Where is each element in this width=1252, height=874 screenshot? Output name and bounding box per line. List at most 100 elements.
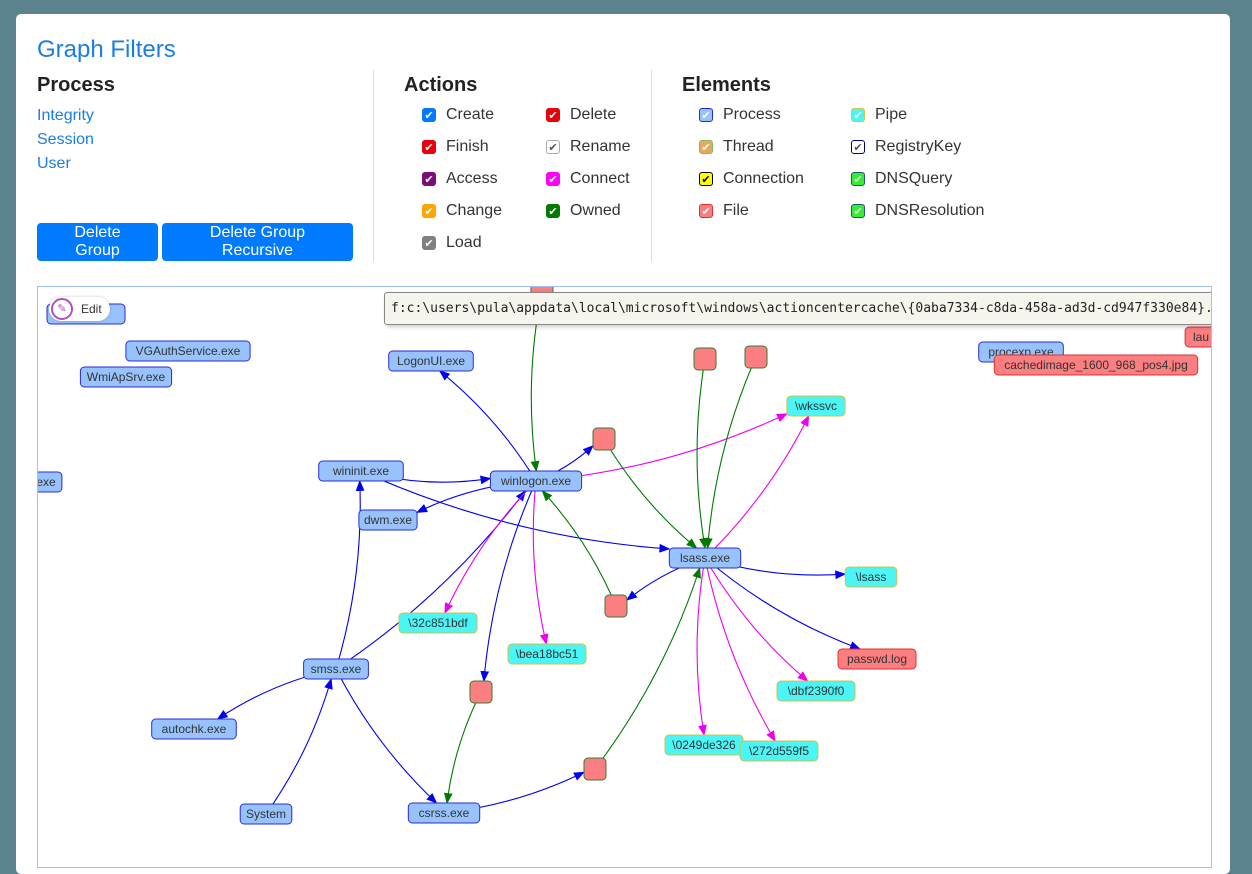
node-label: smss.exe: [311, 662, 362, 676]
graph-node-process[interactable]: lsass.exe: [668, 547, 742, 569]
check-icon: ✔: [699, 108, 713, 122]
graph-node-file[interactable]: [744, 345, 768, 369]
checkbox-label: RegistryKey: [875, 138, 962, 155]
checkbox-label: Owned: [570, 202, 621, 219]
graph-node-pipe[interactable]: \32c851bdf: [398, 612, 478, 634]
node-label: \32c851bdf: [408, 616, 468, 630]
element-checkbox-dnsquery[interactable]: ✔ DNSQuery: [851, 170, 952, 188]
check-icon: ✔: [699, 204, 713, 218]
element-checkbox-pipe[interactable]: ✔ Pipe: [851, 106, 907, 124]
node-label: \wkssvc: [795, 399, 837, 413]
divider: [373, 70, 374, 262]
action-checkbox-rename[interactable]: ✔ Rename: [546, 138, 630, 156]
graph-node-process[interactable]: winlogon.exe: [489, 470, 583, 492]
edge-create: [335, 668, 438, 804]
action-checkbox-owned[interactable]: ✔ Owned: [546, 202, 621, 220]
edge-connect: [444, 480, 537, 614]
graph-node-file[interactable]: passwd.log: [837, 648, 917, 670]
graph-node-pipe[interactable]: \272d559f5: [739, 740, 819, 762]
check-icon: ✔: [422, 108, 436, 122]
graph-node-pipe[interactable]: \wkssvc: [786, 395, 846, 417]
graph-node-file[interactable]: [604, 594, 628, 618]
graph-node-process[interactable]: WmiApSrv.exe: [79, 366, 173, 388]
action-checkbox-connect[interactable]: ✔ Connect: [546, 170, 630, 188]
element-checkbox-file[interactable]: ✔ File: [699, 202, 749, 220]
actions-heading: Actions: [404, 74, 478, 96]
edge-create: [265, 677, 333, 815]
edge-connect: [704, 415, 810, 559]
graph-node-file[interactable]: [583, 757, 607, 781]
check-icon: ✔: [422, 236, 436, 250]
checkbox-label: Process: [723, 106, 781, 123]
action-checkbox-load[interactable]: ✔ Load: [422, 234, 482, 252]
check-icon: ✔: [546, 108, 560, 122]
graph-node-pipe[interactable]: \0249de326: [664, 734, 744, 756]
element-checkbox-connection[interactable]: ✔ Connection: [699, 170, 804, 188]
check-icon: ✔: [851, 108, 865, 122]
edge-owned: [541, 490, 617, 607]
element-checkbox-process[interactable]: ✔ Process: [699, 106, 781, 124]
checkbox-label: Finish: [446, 138, 489, 155]
checkbox-label: Create: [446, 106, 495, 123]
check-icon: ✔: [699, 140, 713, 154]
graph-node-process[interactable]: System: [239, 803, 293, 825]
graph-node-pipe[interactable]: \bea18bc51: [507, 643, 587, 665]
action-checkbox-access[interactable]: ✔ Access: [422, 170, 498, 188]
node-label: lau: [1193, 330, 1209, 344]
link-session[interactable]: Session: [37, 131, 94, 149]
graph-node-file[interactable]: [592, 427, 616, 451]
link-user[interactable]: User: [37, 155, 71, 173]
graph-node-process[interactable]: wininit.exe: [318, 460, 404, 482]
delete-group-button[interactable]: Delete Group: [37, 223, 158, 261]
link-integrity[interactable]: Integrity: [37, 107, 94, 125]
node-label: exe: [38, 475, 56, 489]
element-checkbox-registrykey[interactable]: ✔ RegistryKey: [851, 138, 961, 156]
graph-node-file[interactable]: lau: [1184, 326, 1211, 348]
check-icon: ✔: [422, 172, 436, 186]
action-checkbox-delete[interactable]: ✔ Delete: [546, 106, 616, 124]
check-icon: ✔: [851, 172, 865, 186]
graph-svg[interactable]: rto exeVGAuthService.exeWmiApSrv.exeLogo…: [38, 287, 1211, 867]
checkbox-label: Connection: [723, 170, 804, 187]
check-icon: ✔: [546, 140, 560, 154]
graph-node-file[interactable]: cachedimage_1600_968_pos4.jpg: [993, 354, 1199, 376]
edit-label: Edit: [81, 302, 102, 316]
node-shape: [604, 594, 628, 618]
delete-group-recursive-button[interactable]: Delete Group Recursive: [162, 223, 353, 261]
graph-node-process[interactable]: dwm.exe: [358, 509, 418, 531]
node-label: \0249de326: [672, 738, 736, 752]
node-shape: [592, 427, 616, 451]
node-label: \272d559f5: [749, 744, 809, 758]
graph-node-process[interactable]: autochk.exe: [151, 718, 237, 740]
check-icon: ✔: [699, 172, 713, 186]
graph-node-process[interactable]: smss.exe: [303, 658, 369, 680]
checkbox-label: DNSQuery: [875, 170, 953, 187]
edit-button[interactable]: ✎ Edit: [49, 297, 110, 321]
action-checkbox-change[interactable]: ✔ Change: [422, 202, 502, 220]
checkbox-label: Access: [446, 170, 498, 187]
check-icon: ✔: [851, 204, 865, 218]
action-checkbox-create[interactable]: ✔ Create: [422, 106, 494, 124]
graph-node-pipe[interactable]: \lsass: [844, 566, 898, 588]
graph-node-file[interactable]: [693, 347, 717, 371]
node-label: VGAuthService.exe: [136, 344, 241, 358]
graph-canvas[interactable]: rto exeVGAuthService.exeWmiApSrv.exeLogo…: [37, 286, 1212, 868]
graph-filters-card: Graph Filters Process Integrity Session …: [16, 14, 1230, 874]
graph-node-file[interactable]: [469, 680, 493, 704]
graph-node-process[interactable]: LogonUI.exe: [388, 350, 474, 372]
graph-node-process[interactable]: exe: [38, 471, 63, 493]
graph-node-process[interactable]: VGAuthService.exe: [125, 340, 251, 362]
graph-node-process[interactable]: csrss.exe: [407, 802, 481, 824]
checkbox-label: Connect: [570, 170, 630, 187]
checkbox-label: Delete: [570, 106, 617, 123]
edge-owned: [696, 358, 708, 550]
edge-create: [704, 557, 862, 650]
element-checkbox-dnsresolution[interactable]: ✔ DNSResolution: [851, 202, 984, 220]
check-icon: ✔: [546, 204, 560, 218]
node-label: winlogon.exe: [500, 474, 571, 488]
graph-node-pipe[interactable]: \dbf2390f0: [776, 680, 856, 702]
element-checkbox-thread[interactable]: ✔ Thread: [699, 138, 774, 156]
node-shape: [744, 345, 768, 369]
action-checkbox-finish[interactable]: ✔ Finish: [422, 138, 489, 156]
edge-connect: [696, 557, 707, 737]
